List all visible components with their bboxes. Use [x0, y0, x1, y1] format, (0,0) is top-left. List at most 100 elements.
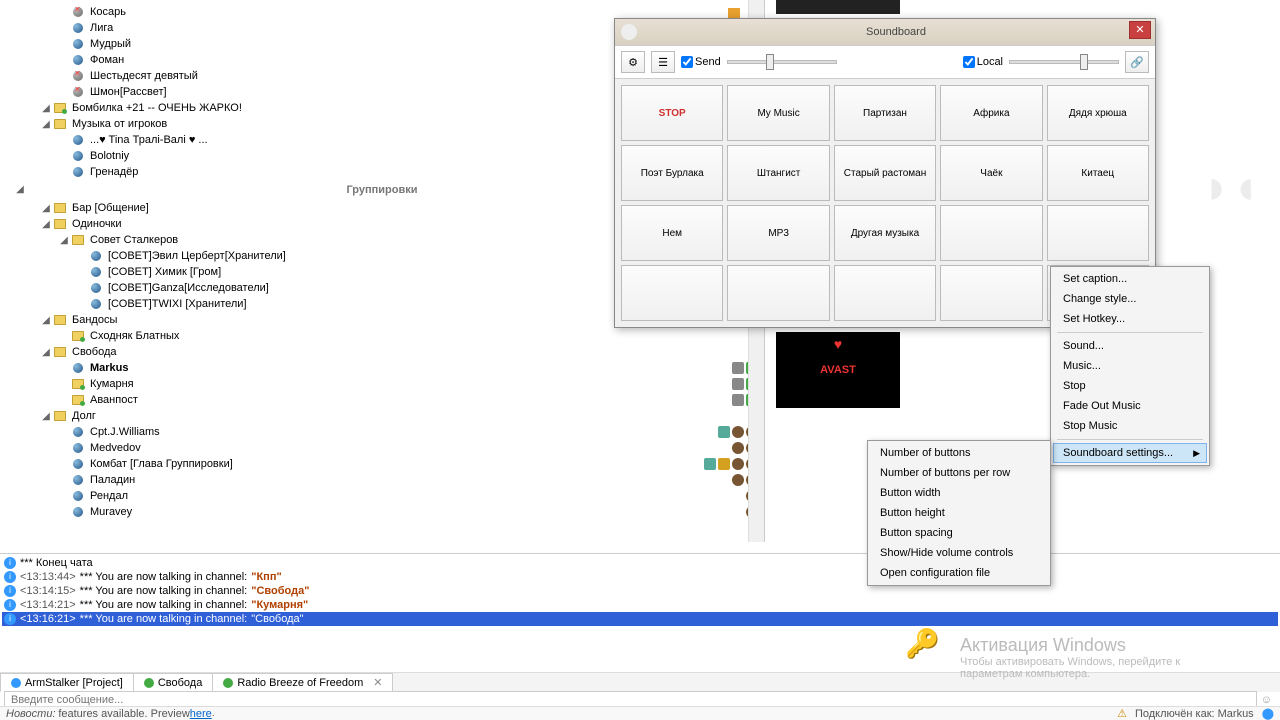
soundboard-button[interactable]: Нем [621, 205, 723, 261]
user-icon [70, 361, 86, 375]
list-button[interactable]: ☰ [651, 51, 675, 73]
soundboard-button[interactable]: Чаёк [940, 145, 1042, 201]
emoji-button[interactable]: ☺ [1257, 694, 1276, 706]
tree-row[interactable]: Аванпост [0, 392, 764, 408]
menu-item[interactable]: Show/Hide volume controls [870, 543, 1048, 563]
user-icon [88, 249, 104, 263]
menu-item[interactable]: Stop Music [1053, 416, 1207, 436]
expand-toggle[interactable]: ◢ [40, 203, 52, 214]
expand-toggle[interactable]: ◢ [40, 315, 52, 326]
tree-label: Аванпост [88, 394, 138, 406]
warning-icon[interactable]: ⚠ [1117, 707, 1127, 720]
soundboard-button[interactable] [940, 205, 1042, 261]
soundboard-button[interactable] [940, 265, 1042, 321]
soundboard-button[interactable] [727, 265, 829, 321]
tree-label: Совет Сталкеров [88, 234, 178, 246]
soundboard-button[interactable]: Штангист [727, 145, 829, 201]
tab-icon [11, 678, 21, 688]
settings-button[interactable]: ⚙ [621, 51, 645, 73]
tree-label: [СОВЕТ]TWIXI [Хранители] [106, 298, 247, 310]
expand-toggle[interactable]: ◢ [40, 103, 52, 114]
lock-badge-icon [732, 362, 744, 374]
soundboard-button[interactable]: Старый растоман [834, 145, 936, 201]
chat-tabs: ArmStalker [Project]СвободаRadio Breeze … [0, 672, 1280, 692]
menu-item[interactable]: Fade Out Music [1053, 396, 1207, 416]
soundboard-button[interactable]: Поэт Бурлака [621, 145, 723, 201]
menu-item[interactable]: Sound... [1053, 336, 1207, 356]
tree-label: Долг [70, 410, 96, 422]
tree-row[interactable]: Рендал [0, 488, 764, 504]
menu-item[interactable]: Music... [1053, 356, 1207, 376]
menu-item[interactable]: Set caption... [1053, 269, 1207, 289]
tab-close-icon[interactable]: ✕ [373, 676, 382, 689]
channel-icon [52, 409, 68, 423]
menu-item-soundboard-settings[interactable]: Soundboard settings...▶ [1053, 443, 1207, 463]
soundboard-context-menu[interactable]: Set caption...Change style...Set Hotkey.… [1050, 266, 1210, 466]
menu-item[interactable]: Button width [870, 483, 1048, 503]
send-checkbox[interactable]: Send [681, 56, 721, 68]
tree-label: [СОВЕТ]Эвил Церберт[Хранители] [106, 250, 286, 262]
tree-row[interactable]: Muravey [0, 504, 764, 520]
local-checkbox[interactable]: Local [963, 56, 1003, 68]
tree-label: [СОВЕТ] Химик [Гром] [106, 266, 221, 278]
brown-badge-icon [732, 442, 744, 454]
expand-toggle[interactable]: ◢ [40, 219, 52, 230]
channel-icon [52, 201, 68, 215]
news-link[interactable]: here [190, 708, 212, 720]
soundboard-button[interactable]: STOP [621, 85, 723, 141]
tree-row[interactable]: Комбат [Глава Группировки] [0, 456, 764, 472]
tree-row[interactable]: Кумарня [0, 376, 764, 392]
chat-line[interactable]: i<13:13:44>*** You are now talking in ch… [2, 570, 1278, 584]
chat-line[interactable]: i<13:16:21>*** You are now talking in ch… [2, 612, 1278, 626]
tree-row[interactable]: ◢Свобода [0, 344, 764, 360]
expand-toggle[interactable]: ◢ [40, 347, 52, 358]
soundboard-button[interactable] [621, 265, 723, 321]
menu-item[interactable]: Set Hotkey... [1053, 309, 1207, 329]
tree-row[interactable]: Markus [0, 360, 764, 376]
menu-item[interactable]: Button spacing [870, 523, 1048, 543]
channel-icon [52, 313, 68, 327]
soundboard-button[interactable]: My Music [727, 85, 829, 141]
expand-toggle[interactable]: ◢ [40, 411, 52, 422]
tree-label: Паладин [88, 474, 135, 486]
local-volume-slider[interactable] [1009, 60, 1119, 64]
soundboard-button[interactable] [1047, 205, 1149, 261]
user-muted-icon [70, 85, 86, 99]
soundboard-button[interactable]: Партизан [834, 85, 936, 141]
soundboard-button[interactable]: Другая музыка [834, 205, 936, 261]
link-button[interactable]: 🔗 [1125, 51, 1149, 73]
menu-item[interactable]: Stop [1053, 376, 1207, 396]
soundboard-button[interactable] [834, 265, 936, 321]
chat-line[interactable]: i<13:14:15>*** You are now talking in ch… [2, 584, 1278, 598]
menu-item[interactable]: Open configuration file [870, 563, 1048, 583]
tree-row[interactable]: Cpt.J.Williams [0, 424, 764, 440]
tree-label: Кумарня [88, 378, 134, 390]
soundboard-button[interactable]: Китаец [1047, 145, 1149, 201]
soundboard-settings-submenu[interactable]: Number of buttonsNumber of buttons per r… [867, 440, 1051, 586]
close-button[interactable]: ✕ [1129, 21, 1151, 39]
channel-banner [776, 0, 900, 14]
soundboard-titlebar[interactable]: Soundboard ✕ [615, 19, 1155, 45]
menu-item[interactable]: Number of buttons per row [870, 463, 1048, 483]
menu-item[interactable]: Number of buttons [870, 443, 1048, 463]
soundboard-button[interactable]: Африка [940, 85, 1042, 141]
expand-toggle[interactable]: ◢ [58, 235, 70, 246]
menu-item[interactable]: Change style... [1053, 289, 1207, 309]
expand-toggle[interactable]: ◢ [40, 119, 52, 130]
tree-row[interactable]: Паладин [0, 472, 764, 488]
tree-row[interactable]: Сходняк Блатных [0, 328, 764, 344]
tree-label: Мудрый [88, 38, 131, 50]
expand-toggle[interactable]: ◢ [14, 184, 26, 195]
soundboard-button[interactable]: MP3 [727, 205, 829, 261]
chat-line[interactable]: i<13:14:21>*** You are now talking in ch… [2, 598, 1278, 612]
tree-label: Фоман [88, 54, 124, 66]
send-volume-slider[interactable] [727, 60, 837, 64]
tree-row[interactable]: ◢ Долг [0, 408, 764, 424]
submenu-arrow-icon: ▶ [1193, 448, 1200, 459]
tree-row[interactable]: Medvedov [0, 440, 764, 456]
menu-item[interactable]: Button height [870, 503, 1048, 523]
tree-label: Гренадёр [88, 166, 138, 178]
soundboard-button[interactable]: Дядя хрюша [1047, 85, 1149, 141]
chat-line[interactable]: i*** Конец чата [2, 556, 1278, 570]
chat-log[interactable]: i*** Конец чатаi<13:13:44>*** You are no… [0, 553, 1280, 672]
